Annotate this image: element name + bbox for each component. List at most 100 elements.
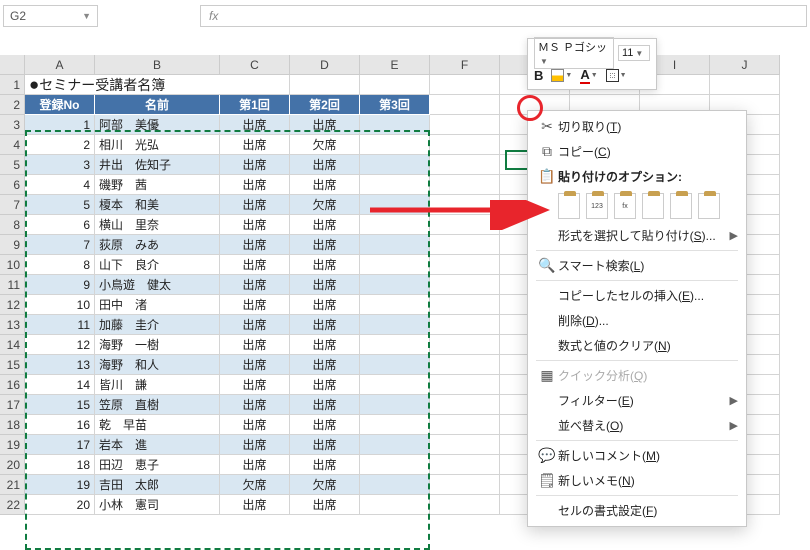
table-header[interactable]: 登録No xyxy=(25,95,95,115)
table-cell[interactable]: 欠席 xyxy=(220,475,290,495)
paste-formulas-button[interactable]: fx xyxy=(614,193,636,219)
table-cell[interactable]: 阿部 美優 xyxy=(95,115,220,135)
cell[interactable] xyxy=(430,335,500,355)
table-cell[interactable] xyxy=(360,135,430,155)
table-cell[interactable]: 出席 xyxy=(290,335,360,355)
font-selector[interactable]: ＭＳ Ｐゴシッ▼ xyxy=(534,37,614,69)
cell[interactable] xyxy=(430,155,500,175)
table-cell[interactable]: 出席 xyxy=(290,395,360,415)
cell[interactable] xyxy=(710,75,780,95)
formula-bar[interactable]: fx xyxy=(200,5,807,27)
table-cell[interactable]: 出席 xyxy=(220,155,290,175)
table-cell[interactable]: 欠席 xyxy=(290,135,360,155)
table-cell[interactable]: 4 xyxy=(25,175,95,195)
table-cell[interactable]: 欠席 xyxy=(290,195,360,215)
table-cell[interactable] xyxy=(360,315,430,335)
name-box[interactable]: G2 ▼ xyxy=(3,5,98,27)
table-header[interactable]: 第2回 xyxy=(290,95,360,115)
table-cell[interactable]: 相川 光弘 xyxy=(95,135,220,155)
table-cell[interactable]: 20 xyxy=(25,495,95,515)
table-cell[interactable]: 田中 渚 xyxy=(95,295,220,315)
menu-new-memo[interactable]: 🗒 新しいメモ(N) xyxy=(528,468,746,493)
row-header[interactable]: 11 xyxy=(0,275,25,295)
table-cell[interactable]: 出席 xyxy=(290,255,360,275)
cell[interactable] xyxy=(430,175,500,195)
table-header[interactable]: 名前 xyxy=(95,95,220,115)
font-size-selector[interactable]: 11▼ xyxy=(618,45,650,61)
table-cell[interactable]: 3 xyxy=(25,155,95,175)
row-header[interactable]: 18 xyxy=(0,415,25,435)
row-header[interactable]: 4 xyxy=(0,135,25,155)
table-cell[interactable]: 乾 早苗 xyxy=(95,415,220,435)
menu-new-comment[interactable]: 💬 新しいコメント(M) xyxy=(528,443,746,468)
table-cell[interactable] xyxy=(360,275,430,295)
table-cell[interactable] xyxy=(360,295,430,315)
table-cell[interactable]: 出席 xyxy=(220,395,290,415)
cell[interactable] xyxy=(430,135,500,155)
table-cell[interactable]: 小鳥遊 健太 xyxy=(95,275,220,295)
paste-formatting-button[interactable] xyxy=(670,193,692,219)
table-cell[interactable]: 出席 xyxy=(220,335,290,355)
col-header[interactable]: B xyxy=(95,55,220,75)
table-cell[interactable]: 出席 xyxy=(220,215,290,235)
table-cell[interactable]: 出席 xyxy=(220,375,290,395)
paste-button[interactable] xyxy=(558,193,580,219)
table-cell[interactable] xyxy=(360,375,430,395)
row-header[interactable]: 5 xyxy=(0,155,25,175)
cell[interactable] xyxy=(430,255,500,275)
fill-color-button[interactable]: ▼ xyxy=(551,69,572,82)
row-header[interactable]: 12 xyxy=(0,295,25,315)
cell[interactable] xyxy=(430,495,500,515)
menu-clear-contents[interactable]: 数式と値のクリア(N) xyxy=(528,333,746,358)
table-cell[interactable]: 出席 xyxy=(290,275,360,295)
table-cell[interactable]: 出席 xyxy=(220,235,290,255)
cell[interactable] xyxy=(430,195,500,215)
table-cell[interactable]: 加藤 圭介 xyxy=(95,315,220,335)
paste-transpose-button[interactable] xyxy=(642,193,664,219)
cell[interactable] xyxy=(95,75,220,95)
table-cell[interactable]: 出席 xyxy=(220,435,290,455)
cell[interactable] xyxy=(430,475,500,495)
table-cell[interactable]: 出席 xyxy=(290,115,360,135)
table-cell[interactable]: 2 xyxy=(25,135,95,155)
menu-paste-special[interactable]: 形式を選択して貼り付け(S)... ▶ xyxy=(528,223,746,248)
font-color-button[interactable]: A▼ xyxy=(580,67,597,84)
menu-delete[interactable]: 削除(D)... xyxy=(528,308,746,333)
cell[interactable] xyxy=(290,75,360,95)
row-header[interactable]: 2 xyxy=(0,95,25,115)
select-all-corner[interactable] xyxy=(0,55,25,75)
table-cell[interactable]: 出席 xyxy=(290,155,360,175)
table-cell[interactable]: 10 xyxy=(25,295,95,315)
table-cell[interactable]: 出席 xyxy=(220,495,290,515)
col-header[interactable]: E xyxy=(360,55,430,75)
menu-smart-lookup[interactable]: 🔍 スマート検索(L) xyxy=(528,253,746,278)
table-cell[interactable]: 出席 xyxy=(290,295,360,315)
table-cell[interactable]: 12 xyxy=(25,335,95,355)
row-header[interactable]: 14 xyxy=(0,335,25,355)
cell[interactable] xyxy=(430,295,500,315)
col-header[interactable]: F xyxy=(430,55,500,75)
table-cell[interactable]: 11 xyxy=(25,315,95,335)
menu-cut[interactable]: ✂ 切り取り(T) xyxy=(528,114,746,139)
table-header[interactable]: 第1回 xyxy=(220,95,290,115)
row-header[interactable]: 3 xyxy=(0,115,25,135)
row-header[interactable]: 15 xyxy=(0,355,25,375)
table-cell[interactable]: 出席 xyxy=(290,175,360,195)
row-header[interactable]: 17 xyxy=(0,395,25,415)
cell[interactable] xyxy=(430,395,500,415)
cell[interactable] xyxy=(430,115,500,135)
cell[interactable] xyxy=(430,75,500,95)
table-cell[interactable] xyxy=(360,355,430,375)
table-cell[interactable] xyxy=(360,175,430,195)
table-cell[interactable]: 7 xyxy=(25,235,95,255)
table-cell[interactable]: 出席 xyxy=(290,435,360,455)
table-cell[interactable] xyxy=(360,435,430,455)
table-cell[interactable]: 16 xyxy=(25,415,95,435)
table-cell[interactable]: 出席 xyxy=(220,295,290,315)
col-header[interactable]: J xyxy=(710,55,780,75)
cell[interactable] xyxy=(430,95,500,115)
table-cell[interactable] xyxy=(360,455,430,475)
table-cell[interactable]: 出席 xyxy=(290,215,360,235)
table-cell[interactable] xyxy=(360,115,430,135)
table-cell[interactable]: 9 xyxy=(25,275,95,295)
